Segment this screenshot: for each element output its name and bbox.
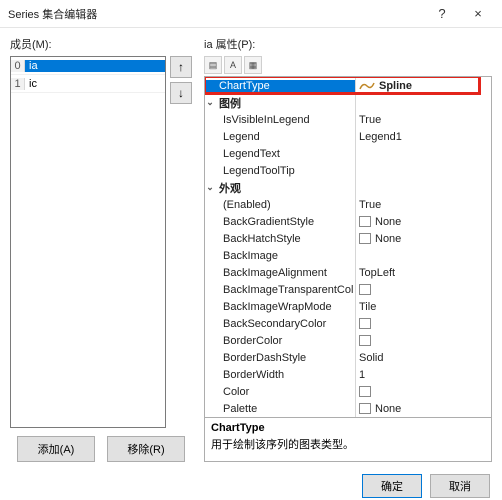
prop-row[interactable]: LegendToolTip — [205, 162, 491, 179]
prop-cat-appearance[interactable]: ⌄外观 — [205, 179, 491, 196]
prop-row-charttype[interactable]: ChartType Spline — [205, 77, 491, 94]
alpha-sort-icon[interactable]: A — [224, 56, 242, 74]
description-panel: ChartType 用于绘制该序列的图表类型。 — [204, 418, 492, 462]
prop-row[interactable]: LegendText — [205, 145, 491, 162]
prop-cat-chart[interactable]: ⌄图例 — [205, 94, 491, 111]
members-list[interactable]: 0 ia 1 ic — [10, 56, 166, 428]
prop-toolbar: ▤ A ▦ — [204, 56, 492, 74]
prop-row[interactable]: (Enabled)True — [205, 196, 491, 213]
help-button[interactable]: ? — [424, 6, 460, 21]
list-row[interactable]: 0 ia — [11, 57, 165, 75]
remove-button[interactable]: 移除(R) — [107, 436, 185, 462]
prop-row[interactable]: BackImage — [205, 247, 491, 264]
prop-row[interactable]: Color — [205, 383, 491, 400]
move-up-button[interactable]: ↑ — [170, 56, 192, 78]
categorized-icon[interactable]: ▤ — [204, 56, 222, 74]
spline-icon — [359, 80, 375, 92]
list-row[interactable]: 1 ic — [11, 75, 165, 93]
prop-row[interactable]: BorderWidth1 — [205, 366, 491, 383]
titlebar: Series 集合编辑器 ? × — [0, 0, 502, 28]
properties-label: ia 属性(P): — [204, 36, 492, 52]
window-title: Series 集合编辑器 — [6, 6, 424, 22]
prop-pages-icon[interactable]: ▦ — [244, 56, 262, 74]
prop-row[interactable]: BorderColor — [205, 332, 491, 349]
desc-text: 用于绘制该序列的图表类型。 — [211, 436, 485, 452]
add-button[interactable]: 添加(A) — [17, 436, 95, 462]
prop-row[interactable]: BackImageWrapModeTile — [205, 298, 491, 315]
move-down-button[interactable]: ↓ — [170, 82, 192, 104]
desc-title: ChartType — [211, 422, 485, 434]
prop-row[interactable]: BorderDashStyleSolid — [205, 349, 491, 366]
prop-row[interactable]: PaletteNone — [205, 400, 491, 417]
prop-row[interactable]: ShadowColor128, 0, 0, 0 — [205, 417, 491, 418]
prop-row[interactable]: LegendLegend1 — [205, 128, 491, 145]
close-button[interactable]: × — [460, 6, 496, 21]
prop-row[interactable]: BackImageAlignmentTopLeft — [205, 264, 491, 281]
prop-row[interactable]: BackImageTransparentCol — [205, 281, 491, 298]
prop-row[interactable]: BackHatchStyleNone — [205, 230, 491, 247]
prop-row[interactable]: BackSecondaryColor — [205, 315, 491, 332]
prop-row[interactable]: BackGradientStyleNone — [205, 213, 491, 230]
members-label: 成员(M): — [10, 36, 192, 52]
prop-row[interactable]: IsVisibleInLegendTrue — [205, 111, 491, 128]
cancel-button[interactable]: 取消 — [430, 474, 490, 498]
property-grid[interactable]: ChartType Spline ⌄图例 IsVisibleInLegendTr… — [204, 76, 492, 418]
ok-button[interactable]: 确定 — [362, 474, 422, 498]
